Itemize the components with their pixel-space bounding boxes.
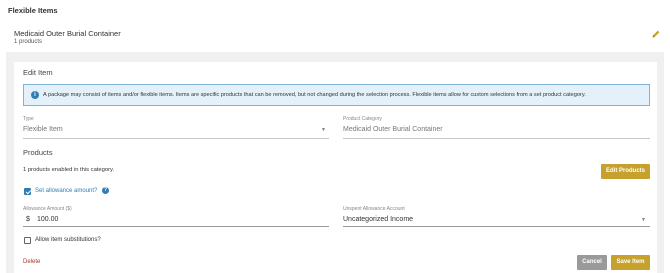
products-heading: Products: [23, 148, 53, 157]
cancel-button[interactable]: Cancel: [577, 255, 607, 270]
unspent-account-select[interactable]: Uncategorized Income: [343, 216, 413, 223]
type-label: Type: [23, 116, 34, 122]
product-category-field: Medicaid Outer Burial Container: [343, 126, 443, 133]
item-name: Medicaid Outer Burial Container: [14, 29, 121, 38]
allowance-amount-label: Allowance Amount ($): [23, 206, 72, 212]
type-select[interactable]: Flexible Item: [23, 126, 63, 133]
pencil-icon[interactable]: [651, 29, 661, 39]
help-icon[interactable]: ?: [102, 187, 109, 194]
edit-item-title: Edit Item: [23, 68, 53, 77]
product-category-underline: [343, 138, 650, 139]
allow-substitutions-label[interactable]: Allow item substitutions?: [35, 237, 101, 243]
info-icon: i: [31, 91, 39, 99]
flexible-item-header: Medicaid Outer Burial Container 1 produc…: [0, 24, 670, 50]
edit-products-button[interactable]: Edit Products: [601, 164, 650, 179]
info-alert-text: A package may consist of items and/or fl…: [43, 91, 586, 98]
unspent-account-label: Unspent Allowance Account: [343, 206, 405, 212]
item-product-count: 1 products: [14, 39, 43, 45]
product-category-label: Product Category: [343, 116, 382, 122]
type-underline: [23, 138, 329, 139]
set-allowance-label[interactable]: Set allowance amount?: [35, 188, 97, 194]
allowance-amount-underline: [23, 226, 329, 227]
set-allowance-checkbox[interactable]: [24, 188, 31, 195]
allowance-amount-input[interactable]: 100.00: [37, 216, 58, 223]
caret-down-icon[interactable]: ▼: [641, 217, 646, 223]
save-item-button[interactable]: Save Item: [611, 255, 650, 270]
allow-substitutions-checkbox[interactable]: [24, 237, 31, 244]
unspent-account-underline: [343, 226, 650, 227]
delete-link[interactable]: Delete: [23, 259, 40, 265]
section-title: Flexible Items: [8, 6, 58, 15]
info-alert: i A package may consist of items and/or …: [23, 84, 650, 106]
currency-symbol: $: [26, 216, 30, 223]
caret-down-icon[interactable]: ▼: [321, 127, 326, 133]
products-enabled-text: 1 products enabled in this category.: [23, 167, 115, 173]
